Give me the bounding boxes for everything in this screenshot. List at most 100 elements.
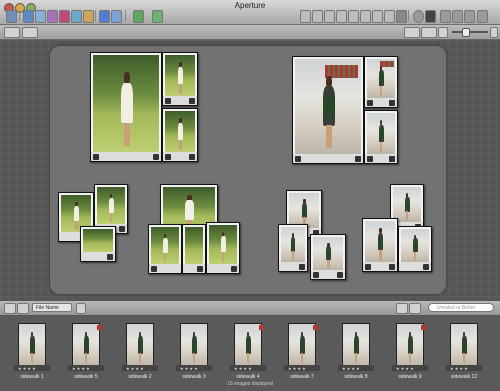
stamp-tool-icon[interactable] [384, 10, 395, 23]
model-figure [299, 331, 305, 364]
inspector-icon[interactable] [464, 10, 475, 23]
crop-tool-icon[interactable] [336, 10, 347, 23]
filmstrip-browser[interactable]: ★ ★ ★ ★ sidewalk 1 ★ ★ ★ ★ sidewalk 5 ★ ★ ★ … [0, 316, 500, 391]
model-figure [177, 62, 184, 94]
viewer-icon[interactable] [440, 10, 451, 23]
flag-icon [97, 325, 102, 330]
camera-icon[interactable] [396, 10, 407, 23]
fullscreen-icon[interactable] [425, 10, 436, 23]
window-title: Aperture [234, 1, 266, 10]
thumbnail-image [396, 323, 424, 367]
loupe-icon[interactable] [413, 10, 424, 23]
thumbnail-image [288, 323, 316, 367]
light-table-photo[interactable] [398, 226, 432, 272]
light-table-photo[interactable] [162, 108, 198, 162]
filmstrip-thumbnail[interactable]: ★ ★ ★ ★ sidewalk 7 [280, 321, 324, 383]
scale-to-fit-button[interactable] [404, 27, 420, 38]
model-figure [119, 72, 134, 147]
filmstrip-thumbnail[interactable]: ★ ★ ★ ★ sidewalk 5 [64, 321, 108, 383]
light-table-photo[interactable] [80, 226, 116, 262]
browser-layout-button[interactable] [17, 303, 29, 314]
dual-viewer-icon[interactable] [452, 10, 463, 23]
browser-options-button[interactable] [4, 303, 16, 314]
thumbnail-name: sidewalk 1 [20, 374, 44, 380]
new-folder-icon[interactable] [35, 10, 46, 23]
filmstrip-thumbnail[interactable]: ★ ★ ★ ★ sidewalk 12 [442, 321, 486, 383]
web-icon[interactable] [99, 10, 110, 23]
zoom-out-button[interactable] [438, 27, 448, 38]
filmstrip-thumbnail[interactable]: ★ ★ ★ ★ sidewalk 4 [226, 321, 270, 383]
light-table-photo[interactable] [148, 224, 182, 274]
rotate-tool-icon[interactable] [312, 10, 323, 23]
photo-image [151, 227, 179, 264]
zoom-in-button[interactable] [490, 27, 498, 38]
straighten-tool-icon[interactable] [324, 10, 335, 23]
model-figure [404, 193, 410, 220]
light-table-photo[interactable] [364, 110, 398, 164]
zoom-slider-knob[interactable] [462, 28, 470, 37]
sort-direction-button[interactable] [76, 303, 86, 314]
search-field[interactable]: Unrated or Better [428, 303, 494, 312]
import-icon[interactable] [6, 10, 17, 23]
new-smart-album-icon[interactable] [59, 10, 70, 23]
export-icon[interactable] [133, 10, 144, 23]
sort-popup[interactable]: File Name [32, 303, 72, 312]
new-album-icon[interactable] [47, 10, 58, 23]
model-figure [461, 331, 467, 364]
center-button[interactable] [421, 27, 437, 38]
light-table-canvas[interactable] [50, 46, 446, 294]
book-icon[interactable] [83, 10, 94, 23]
rating-stars: ★ ★ ★ ★ [180, 366, 198, 371]
light-table-photo[interactable] [364, 56, 398, 108]
light-table-photo[interactable] [278, 224, 308, 272]
rating-stars: ★ ★ ★ ★ [18, 366, 36, 371]
light-table-photo[interactable] [162, 52, 198, 106]
thumbnail-image [234, 323, 262, 367]
filmstrip-thumbnail[interactable]: ★ ★ ★ ★ sidewalk 9 [388, 321, 432, 383]
light-table-photo[interactable] [292, 56, 364, 164]
photo-info-strip [183, 264, 205, 273]
rating-stars: ★ ★ ★ ★ [288, 366, 306, 371]
filmstrip-thumbnail[interactable]: ★ ★ ★ ★ sidewalk 8 [334, 321, 378, 383]
new-project-icon[interactable] [23, 10, 34, 23]
thumbnail-image [126, 323, 154, 367]
toolbar-separator [95, 10, 96, 21]
photo-info-strip [163, 152, 197, 161]
flag-icon [313, 325, 318, 330]
photo-info-strip [149, 264, 181, 273]
photo-image [313, 237, 343, 270]
show-inspector-button[interactable] [4, 27, 20, 38]
light-table-photo[interactable] [310, 234, 346, 280]
light-table-toolbar [0, 25, 500, 40]
toolbar-separator [408, 10, 409, 21]
photo-info-strip [363, 262, 397, 271]
lift-tool-icon[interactable] [372, 10, 383, 23]
light-table[interactable] [0, 40, 500, 300]
retouch-tool-icon[interactable] [360, 10, 371, 23]
browser-toolbar: File Name Unrated or Better [0, 300, 500, 316]
filmstrip-view-button[interactable] [396, 303, 408, 314]
light-table-photo[interactable] [182, 224, 206, 274]
filmstrip-thumbnail[interactable]: ★ ★ ★ ★ sidewalk 2 [118, 321, 162, 383]
filmstrip-thumbnail[interactable]: ★ ★ ★ ★ sidewalk 3 [172, 321, 216, 383]
metadata-icon[interactable] [477, 10, 488, 23]
red-eye-tool-icon[interactable] [348, 10, 359, 23]
photo-image [367, 59, 395, 98]
model-figure [220, 232, 226, 262]
show-browser-button[interactable] [22, 27, 38, 38]
photo-image [295, 59, 361, 154]
light-table-photo[interactable] [362, 218, 398, 272]
thumbnail-name: sidewalk 8 [344, 374, 368, 380]
thumbnail-image [450, 323, 478, 367]
email-icon[interactable] [111, 10, 122, 23]
photo-info-strip [279, 262, 307, 271]
zoom-slider[interactable] [452, 28, 488, 37]
filmstrip-thumbnail[interactable]: ★ ★ ★ ★ sidewalk 1 [10, 321, 54, 383]
grid-view-button[interactable] [409, 303, 421, 314]
select-tool-icon[interactable] [300, 10, 311, 23]
share-icon[interactable] [152, 10, 163, 23]
photo-image [401, 229, 429, 262]
light-table-icon[interactable] [71, 10, 82, 23]
light-table-photo[interactable] [206, 222, 240, 274]
light-table-photo[interactable] [90, 52, 162, 162]
